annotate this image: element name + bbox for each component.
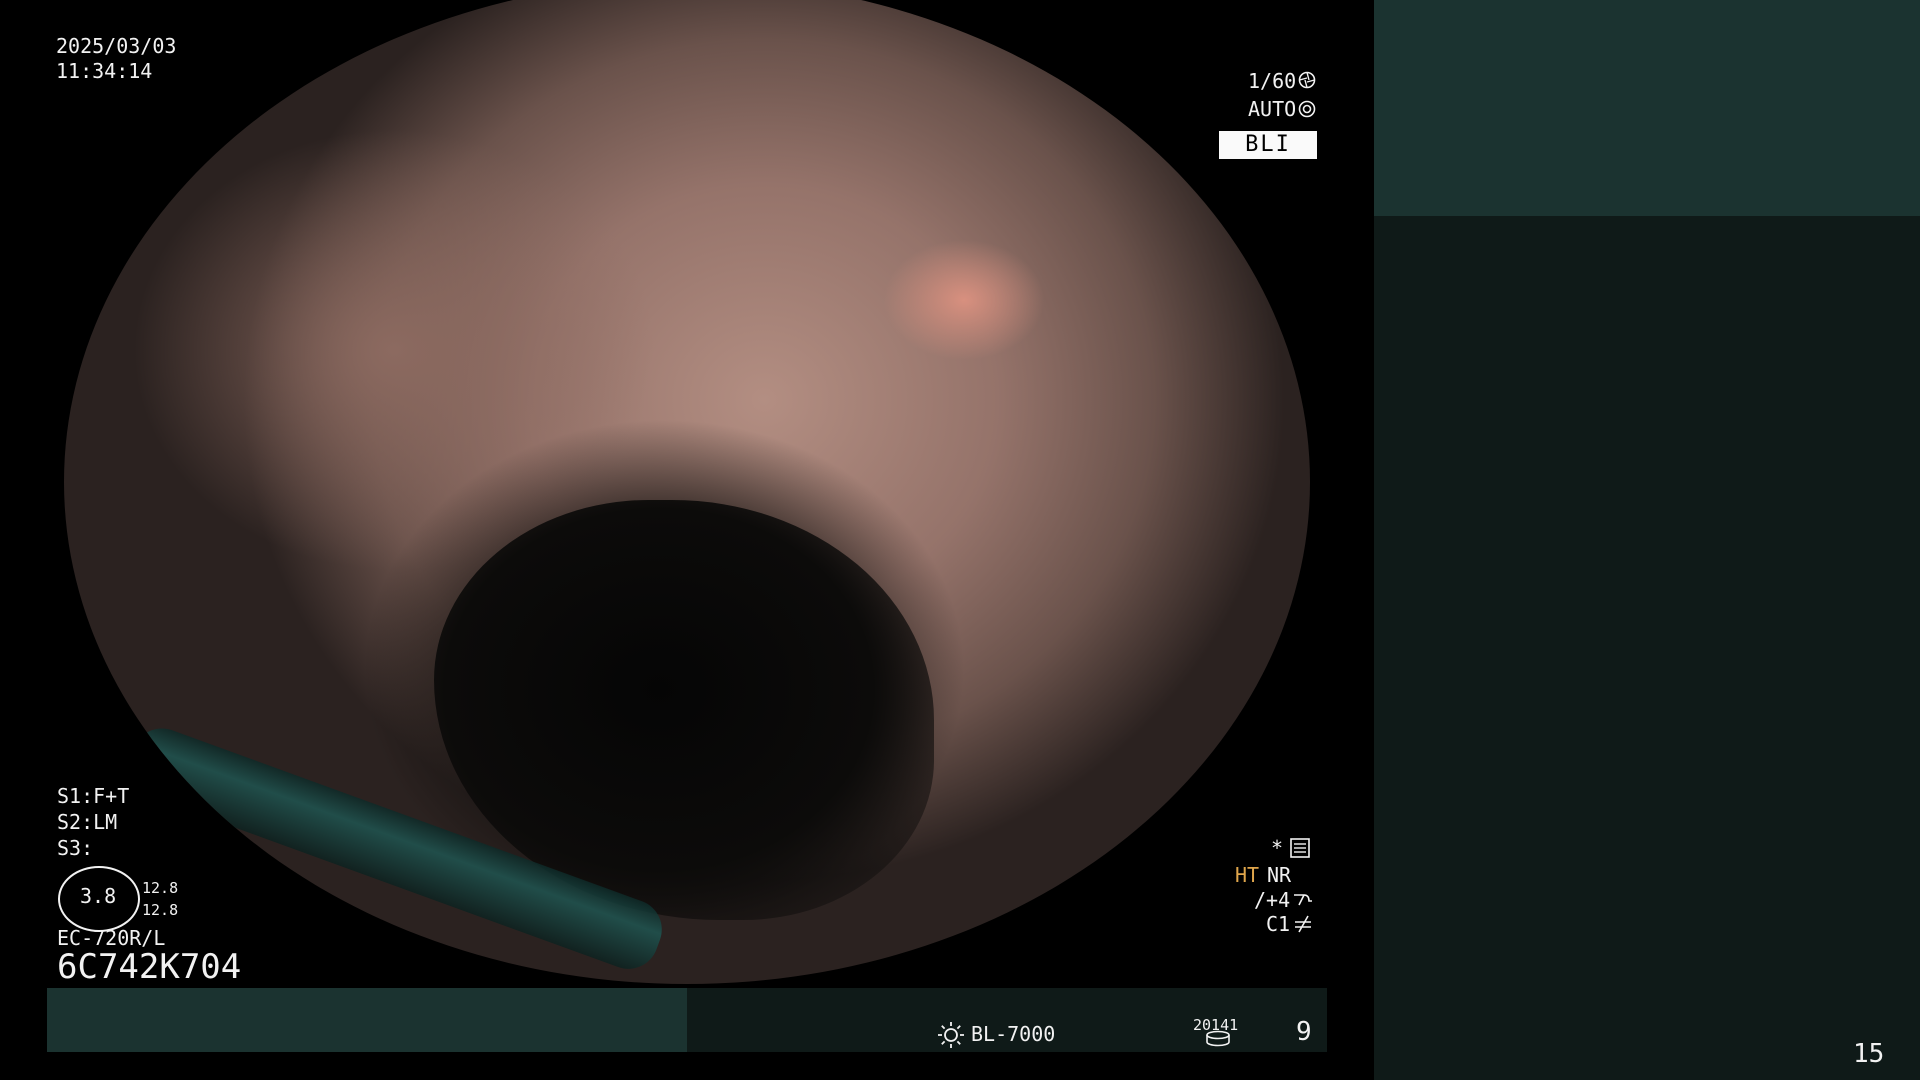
structure-enhance-icon (1294, 894, 1312, 906)
status-bar-left (47, 988, 687, 1052)
enhance-indicator: /+4 (1254, 888, 1291, 912)
settings-list-icon (1290, 838, 1310, 858)
color-mode-indicator: C1 (1266, 912, 1291, 936)
date-label: 2025/03/03 (56, 34, 177, 58)
side-panel-top (1374, 0, 1920, 216)
side-panel-bottom (1374, 216, 1920, 1080)
lamp-icon (938, 1022, 964, 1048)
star-indicator: * (1271, 836, 1284, 860)
s3-setting: S3: (57, 836, 94, 860)
color-mode-icon (1295, 915, 1311, 933)
light-source-label: BL-7000 (971, 1022, 1056, 1046)
zoom-value: 3.8 (80, 884, 117, 908)
auto-exposure-icon (1298, 100, 1316, 118)
endoscope-image (64, 0, 1310, 984)
time-label: 11:34:14 (56, 59, 153, 83)
nr-indicator: NR (1267, 863, 1292, 887)
s1-setting: S1:F+T (57, 784, 130, 808)
exposure-label: AUTO (1248, 97, 1297, 121)
storage-index: 9 (1296, 1017, 1312, 1047)
shutter-label: 1/60 (1248, 69, 1297, 93)
disk-icon (1206, 1030, 1230, 1047)
zoom-aux-top: 12.8 (142, 879, 179, 897)
page-number: 15 (1853, 1039, 1885, 1069)
scope-serial: 6C742K704 (57, 947, 242, 987)
ht-indicator: HT (1235, 863, 1260, 887)
mode-badge: BLI (1219, 131, 1317, 159)
s2-setting: S2:LM (57, 810, 118, 834)
shutter-icon (1298, 71, 1316, 89)
zoom-aux-bottom: 12.8 (142, 901, 179, 919)
